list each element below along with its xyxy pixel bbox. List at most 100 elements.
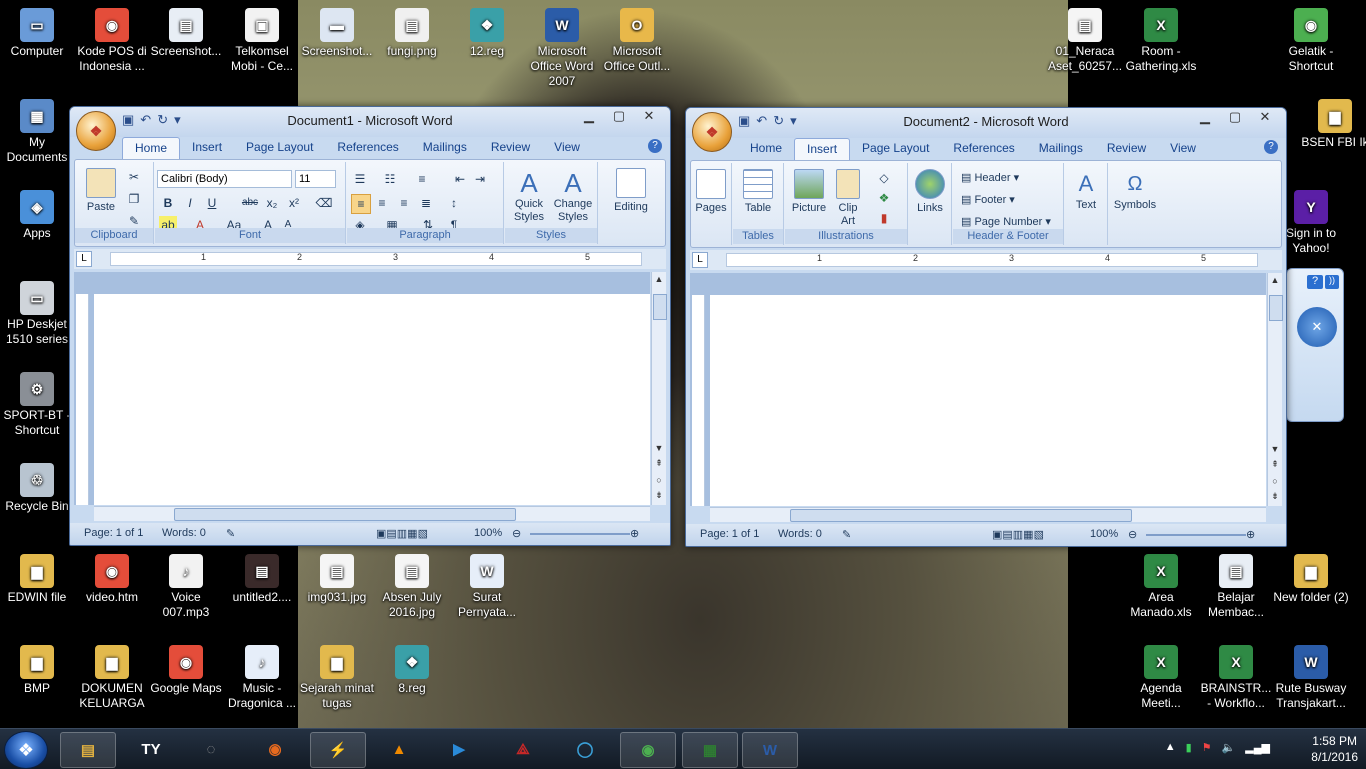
zoom-level[interactable]: 100% xyxy=(1090,528,1118,540)
help-icon[interactable]: ? xyxy=(648,139,662,153)
desktop-icon[interactable]: ▆ BMP xyxy=(0,641,75,728)
title-bar[interactable]: ▣ ↶ ↻ ▾ Document1 - Microsoft Word ▁ ▢ ✕ xyxy=(70,107,670,137)
desktop-icon[interactable]: ◉ Gelatik - Shortcut xyxy=(1273,4,1349,92)
numbering-icon[interactable]: ☷ xyxy=(381,170,399,188)
underline-icon[interactable]: U xyxy=(203,194,221,212)
page-count[interactable]: Page: 1 of 1 xyxy=(84,527,143,539)
chart-icon[interactable]: ▮ xyxy=(875,209,893,227)
maximize-icon[interactable]: ▢ xyxy=(1220,108,1250,128)
editing-button[interactable]: Editing xyxy=(603,168,659,214)
change-styles-button[interactable]: A Change Styles xyxy=(551,168,595,224)
battery-icon[interactable]: ▮ xyxy=(1186,741,1192,754)
desktop-icon[interactable]: ▤ Absen July 2016.jpg xyxy=(374,550,450,638)
superscript-icon[interactable]: x² xyxy=(285,194,303,212)
justify-icon[interactable]: ≣ xyxy=(417,194,435,212)
symbols-button[interactable]: Ω Symbols xyxy=(1111,169,1159,212)
taskbar-item[interactable]: ◉ xyxy=(248,732,302,766)
desktop-icon[interactable]: ▣ Telkomsel Mobi - Ce... xyxy=(224,4,300,92)
smartart-icon[interactable]: ❖ xyxy=(875,189,893,207)
desktop-icon[interactable]: ❖ 8.reg xyxy=(374,641,450,728)
taskbar-item[interactable]: ◉ xyxy=(620,732,676,768)
font-size-select[interactable]: 11 xyxy=(295,170,336,188)
desktop-icon[interactable]: W Surat Pernyata... xyxy=(449,550,525,638)
desktop-icon[interactable]: W Microsoft Office Word 2007 xyxy=(524,4,600,92)
minimize-icon[interactable]: ▁ xyxy=(1190,108,1220,128)
desktop-icon[interactable]: ❖ 12.reg xyxy=(449,4,525,92)
picture-button[interactable]: Picture xyxy=(789,169,829,215)
tab-home[interactable]: Home xyxy=(122,137,181,159)
tools-icon[interactable]: ✕ xyxy=(1297,307,1337,347)
shapes-icon[interactable]: ◇ xyxy=(875,169,893,187)
desktop-icon[interactable]: X Area Manado.xls xyxy=(1123,550,1199,638)
start-button[interactable]: ❖ xyxy=(4,731,48,769)
tab-references[interactable]: References xyxy=(325,137,410,159)
show-hidden-icons-icon[interactable]: ▲ xyxy=(1165,741,1176,754)
document-page[interactable] xyxy=(710,295,1266,506)
next-page-icon[interactable]: ⇟ xyxy=(1268,491,1282,502)
multilevel-list-icon[interactable]: ≡ xyxy=(413,170,431,188)
volume-icon[interactable]: 🔈 xyxy=(1222,741,1236,754)
action-center-icon[interactable]: ⚑ xyxy=(1202,741,1212,754)
align-left-icon[interactable]: ≡ xyxy=(351,194,371,214)
clear-formatting-icon[interactable]: ⌫ xyxy=(315,194,333,212)
subscript-icon[interactable]: x₂ xyxy=(263,194,281,212)
word-window-document2[interactable]: ▣ ↶ ↻ ▾ Document2 - Microsoft Word ▁ ▢ ✕… xyxy=(685,107,1287,547)
page-number-button[interactable]: ▤ Page Number ▾ xyxy=(961,215,1051,228)
hscroll-thumb[interactable] xyxy=(790,509,1132,522)
taskbar-item[interactable]: ▶ xyxy=(432,732,486,766)
paste-button[interactable]: Paste xyxy=(81,168,121,214)
sidebar-gadget[interactable]: ? )) ✕ xyxy=(1286,268,1344,422)
select-browse-object-icon[interactable]: ○ xyxy=(652,475,666,485)
desktop-icon[interactable]: ▤ img031.jpg xyxy=(299,550,375,638)
next-page-icon[interactable]: ⇟ xyxy=(652,490,666,501)
footer-button[interactable]: ▤ Footer ▾ xyxy=(961,193,1015,206)
desktop-icon[interactable]: ▤ untitled2.... xyxy=(224,550,300,638)
desktop-icon[interactable]: ⚙ SPORT-BT - Shortcut xyxy=(0,368,75,456)
tab-review[interactable]: Review xyxy=(479,137,542,159)
cut-icon[interactable]: ✂ xyxy=(125,168,143,186)
taskbar-item[interactable]: ⚡ xyxy=(310,732,366,768)
italic-icon[interactable]: I xyxy=(181,194,199,212)
page-count[interactable]: Page: 1 of 1 xyxy=(700,528,759,540)
taskbar-item[interactable]: ◯ xyxy=(558,732,612,766)
network-icon[interactable]: ▂▄▆ xyxy=(1245,741,1270,754)
tab-view[interactable]: View xyxy=(542,137,592,159)
word-count[interactable]: Words: 0 xyxy=(162,527,206,539)
desktop-icon[interactable]: ▤ Belajar Membac... xyxy=(1198,550,1274,638)
quick-styles-button[interactable]: A Quick Styles xyxy=(507,168,551,224)
desktop-icon[interactable]: ▭ Computer xyxy=(0,4,75,92)
tab-insert[interactable]: Insert xyxy=(180,137,234,159)
desktop-icon[interactable]: ▤ 01_Neraca Aset_60257... xyxy=(1047,4,1123,92)
tab-view[interactable]: View xyxy=(1158,138,1208,160)
rss-icon[interactable]: )) xyxy=(1325,275,1339,289)
help-icon[interactable]: ? xyxy=(1264,140,1278,154)
zoom-slider[interactable] xyxy=(530,533,630,535)
taskbar-item[interactable]: ▤ xyxy=(60,732,116,768)
scroll-down-icon[interactable]: ▼ xyxy=(1268,444,1282,454)
scroll-up-icon[interactable]: ▲ xyxy=(1268,275,1282,285)
desktop-icon[interactable]: X BRAINSTR... - Workflo... xyxy=(1198,641,1274,728)
zoom-in-icon[interactable]: ⊕ xyxy=(1246,528,1255,541)
tab-references[interactable]: References xyxy=(941,138,1026,160)
pages-button[interactable]: Pages xyxy=(691,169,731,215)
desktop-icon[interactable]: ▦ My Documents xyxy=(0,95,75,183)
tab-home[interactable]: Home xyxy=(738,138,794,160)
desktop-icon[interactable]: X Agenda Meeti... xyxy=(1123,641,1199,728)
tab-mailings[interactable]: Mailings xyxy=(1027,138,1095,160)
bullets-icon[interactable]: ☰ xyxy=(351,170,369,188)
horizontal-scrollbar[interactable] xyxy=(710,507,1266,522)
zoom-level[interactable]: 100% xyxy=(474,527,502,539)
clock[interactable]: 1:58 PM 8/1/2016 xyxy=(1311,733,1358,765)
view-buttons-icon[interactable]: ▣▤▥▦▧ xyxy=(376,527,428,540)
desktop-icon[interactable]: ▆ EDWIN file xyxy=(0,550,75,638)
zoom-in-icon[interactable]: ⊕ xyxy=(630,527,639,540)
desktop-icon[interactable]: X Room - Gathering.xls xyxy=(1123,4,1199,92)
desktop-icon[interactable]: ◉ video.htm xyxy=(74,550,150,638)
taskbar-item[interactable]: ◌ xyxy=(184,732,238,766)
tab-selector-icon[interactable]: L xyxy=(692,252,708,268)
view-buttons-icon[interactable]: ▣▤▥▦▧ xyxy=(992,528,1044,541)
scroll-down-icon[interactable]: ▼ xyxy=(652,443,666,453)
previous-page-icon[interactable]: ⇞ xyxy=(1268,459,1282,470)
tab-page-layout[interactable]: Page Layout xyxy=(234,137,325,159)
vertical-scrollbar[interactable]: ▲ ▼ ⇞ ○ ⇟ xyxy=(651,272,667,505)
